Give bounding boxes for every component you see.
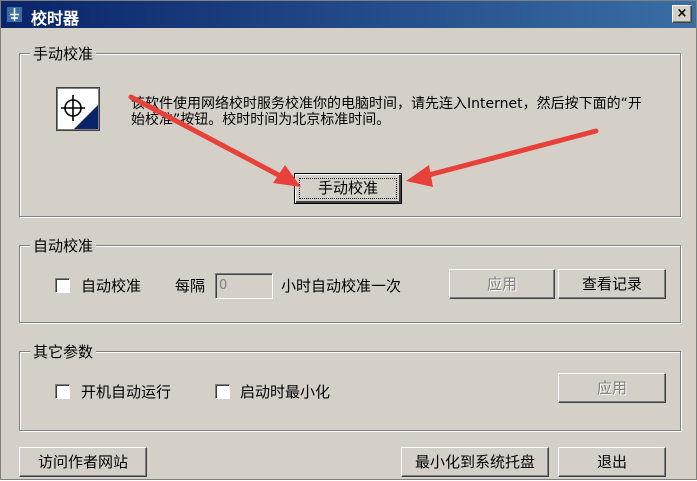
auto-calibrate-checkbox[interactable] [55,278,70,293]
auto-group-legend: 自动校准 [30,235,97,256]
title-bar[interactable]: 校时器 × [1,1,696,28]
interval-label: 每隔 [175,277,206,295]
manual-calibrate-button[interactable]: 手动校准 [294,173,402,204]
exit-button[interactable]: 退出 [558,447,666,477]
time-sync-icon [56,87,100,131]
manual-description: 该软件使用网络校时服务校准你的电脑时间，请先连入Internet，然后按下面的“… [131,96,642,128]
start-minimized-label[interactable]: 启动时最小化 [240,381,330,402]
window-title: 校时器 [31,9,80,28]
close-button[interactable]: × [672,5,692,23]
interval-hours-input[interactable]: 0 [215,273,273,299]
focus-ring [299,178,397,199]
other-apply-button[interactable]: 应用 [558,373,666,403]
clock-app-icon [7,7,22,22]
minimize-to-tray-button[interactable]: 最小化到系统托盘 [401,447,549,477]
other-group-legend: 其它参数 [30,341,97,362]
start-minimized-checkbox[interactable] [215,384,230,399]
visit-author-site-button[interactable]: 访问作者网站 [19,447,147,477]
auto-apply-button[interactable]: 应用 [449,269,555,299]
app-window: 校时器 × 手动校准 该软件使用网络校时服务校准你的电脑时间，请先连入Inter… [0,0,697,480]
autorun-checkbox[interactable] [55,384,70,399]
manual-group-legend: 手动校准 [30,43,97,64]
autorun-label[interactable]: 开机自动运行 [81,381,171,402]
interval-suffix-label: 小时自动校准一次 [281,277,402,295]
auto-calibrate-label[interactable]: 自动校准 [81,275,141,296]
view-log-button[interactable]: 查看记录 [558,269,666,299]
